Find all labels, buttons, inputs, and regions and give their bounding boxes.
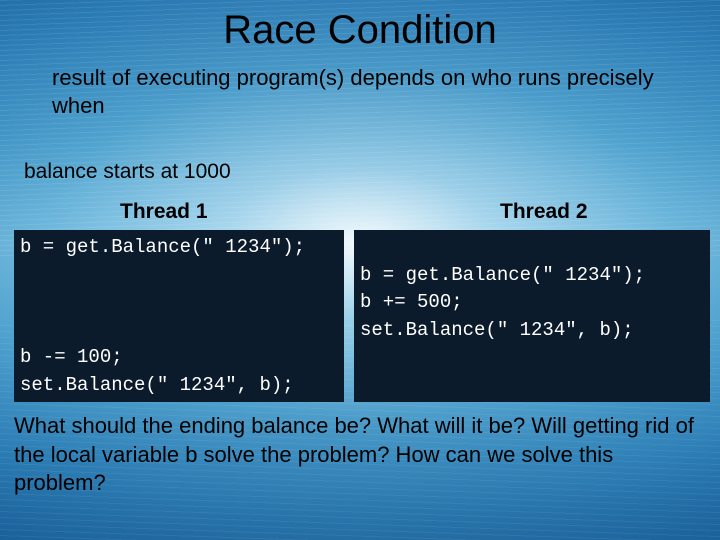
thread-2-code: b = get.Balance(" 1234"); b += 500; set.… xyxy=(354,230,710,402)
balance-start-text: balance starts at 1000 xyxy=(24,160,231,184)
thread-2-header: Thread 2 xyxy=(500,200,588,224)
thread-1-code: b = get.Balance(" 1234"); b -= 100; set.… xyxy=(14,230,344,402)
questions-text: What should the ending balance be? What … xyxy=(14,412,706,498)
slide: Race Condition result of executing progr… xyxy=(0,0,720,540)
slide-subtitle: result of executing program(s) depends o… xyxy=(52,64,680,120)
slide-title: Race Condition xyxy=(0,8,720,53)
thread-1-header: Thread 1 xyxy=(120,200,208,224)
